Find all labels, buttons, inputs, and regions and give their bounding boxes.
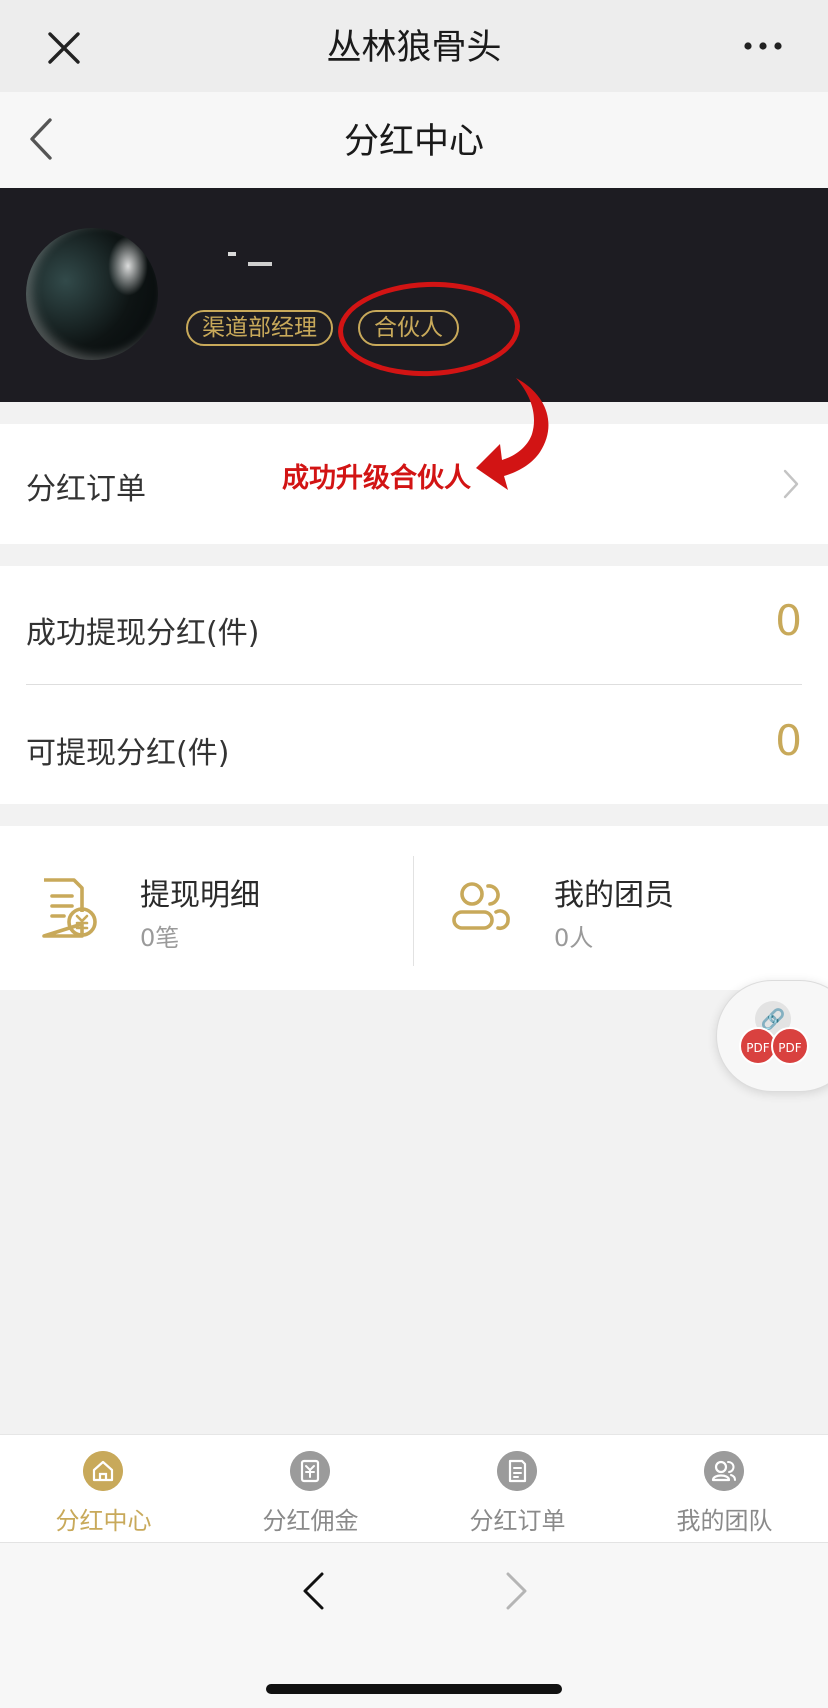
tab-label: 我的团队: [676, 1507, 773, 1535]
app-bar: 丛林狼骨头: [0, 0, 828, 92]
order-icon: [497, 1451, 537, 1491]
stat-row-withdrawn: 成功提现分红(件) 0: [0, 566, 828, 684]
divider: [26, 684, 802, 685]
home-indicator[interactable]: [266, 1684, 562, 1694]
avatar[interactable]: [26, 228, 158, 360]
stat-value: 0: [775, 716, 802, 765]
stat-label: 可提现分红(件): [26, 736, 230, 771]
annotation-text: 成功升级合伙人: [282, 463, 471, 494]
app-title: 丛林狼骨头: [326, 28, 502, 68]
tab-dividend-commission[interactable]: 分红佣金: [207, 1435, 414, 1543]
chevron-right-icon: [783, 469, 799, 499]
tab-dividend-orders[interactable]: 分红订单: [414, 1435, 621, 1543]
stat-label: 成功提现分红(件): [26, 616, 260, 651]
stat-value: 0: [775, 596, 802, 645]
detail-title: 提现明细: [140, 878, 260, 913]
withdraw-document-icon: [42, 878, 97, 938]
team-icon: [704, 1451, 744, 1491]
withdraw-detail-item[interactable]: 提现明细 0笔: [0, 826, 414, 990]
home-icon: [83, 1451, 123, 1491]
stats-card: 成功提现分红(件) 0 可提现分红(件) 0: [0, 566, 828, 804]
tab-label: 分红佣金: [262, 1507, 359, 1535]
pdf-icon: PDF: [771, 1027, 809, 1065]
commission-icon: [290, 1451, 330, 1491]
more-dots-icon[interactable]: [742, 38, 784, 54]
tab-label: 分红中心: [55, 1507, 152, 1535]
stat-row-withdrawable: 可提现分红(件) 0: [0, 686, 828, 804]
browser-forward-icon[interactable]: [504, 1571, 530, 1611]
username-blur: [228, 252, 272, 266]
orders-row-label: 分红订单: [26, 472, 146, 507]
floating-pdf-widget[interactable]: 🔗 PDF PDF: [716, 980, 828, 1092]
annotation-arrow-icon: [476, 378, 549, 490]
bottom-tab-bar: 分红中心 分红佣金 分红订单 我的团队: [0, 1434, 828, 1542]
tab-my-team[interactable]: 我的团队: [621, 1435, 828, 1543]
tab-dividend-center[interactable]: 分红中心: [0, 1435, 207, 1543]
detail-subtitle: 0笔: [140, 924, 180, 952]
tab-label: 分红订单: [469, 1507, 566, 1535]
detail-subtitle: 0人: [554, 924, 594, 952]
detail-title: 我的团员: [554, 878, 674, 913]
role-badge-manager: 渠道部经理: [186, 310, 333, 346]
page-title: 分红中心: [343, 122, 484, 162]
detail-card: 提现明细 0笔 我的团员 0人: [0, 826, 828, 990]
browser-back-icon[interactable]: [300, 1571, 326, 1611]
page-nav: 分红中心: [0, 92, 828, 188]
team-members-item[interactable]: 我的团员 0人: [414, 826, 828, 990]
team-members-icon: [452, 882, 510, 931]
